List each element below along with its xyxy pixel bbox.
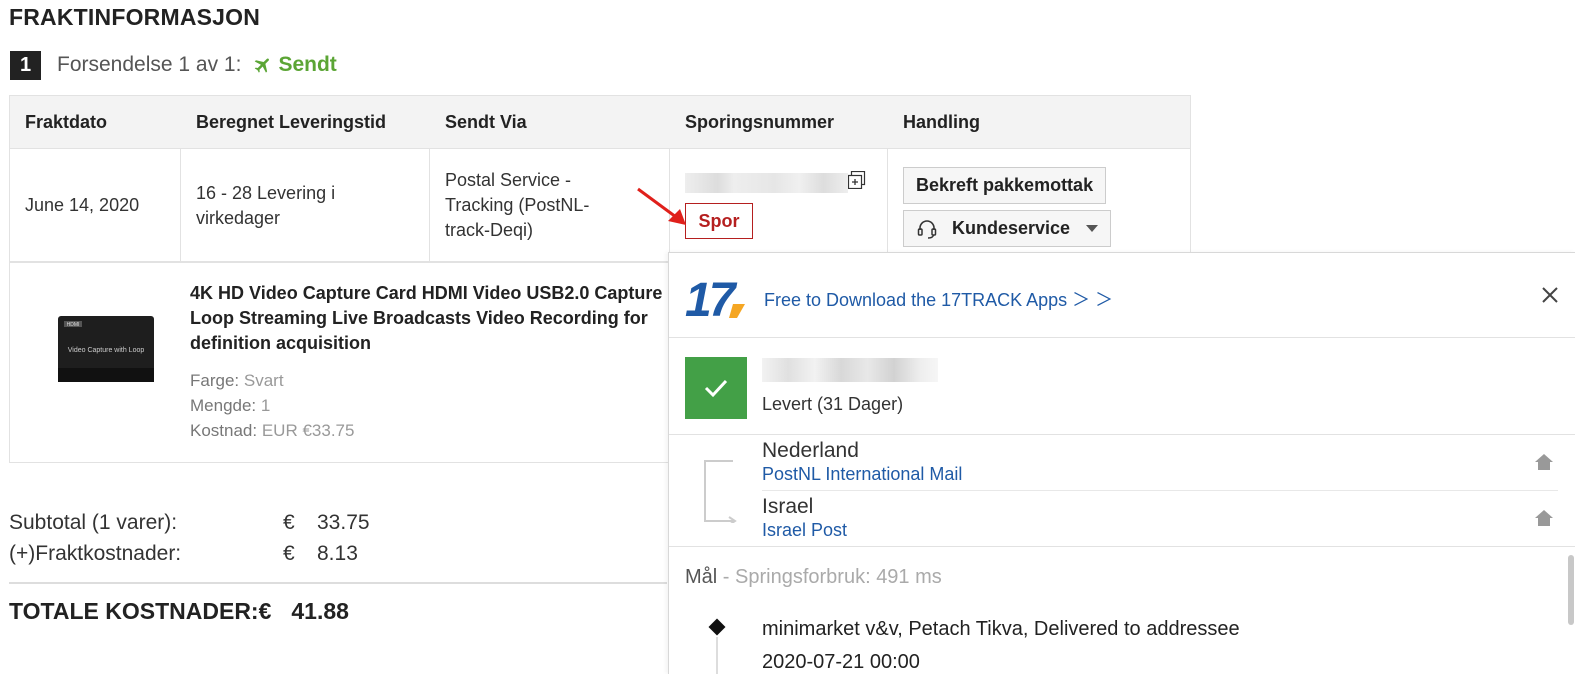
close-icon[interactable] bbox=[1541, 286, 1559, 304]
header-delivery-time: Beregnet Leveringstid bbox=[196, 111, 387, 132]
route-connector bbox=[704, 460, 737, 523]
delivery-time: 16 - 28 Levering i virkedager bbox=[181, 149, 430, 262]
product-item: HDMI Video Capture with Loop 4K HD Video… bbox=[9, 261, 669, 463]
page-title: FRAKTINFORMASJON bbox=[9, 4, 261, 30]
chevron-down-icon bbox=[1086, 225, 1099, 232]
event-timeline-line bbox=[716, 637, 718, 674]
table-header: Fraktdato Beregnet Leveringstid Sendt Vi… bbox=[10, 96, 1190, 149]
delivery-status: Levert (31 Dager) bbox=[669, 338, 1575, 435]
check-icon bbox=[704, 379, 728, 398]
popup-header: 17 Free to Download the 17TRACK Apps ＞ ＞ bbox=[669, 253, 1575, 338]
header-ship-date: Fraktdato bbox=[25, 111, 108, 132]
headset-icon bbox=[917, 219, 937, 239]
origin-country: Nederland bbox=[762, 439, 859, 462]
order-totals: Subtotal (1 varer): € 33.75 (+)Fraktkost… bbox=[9, 507, 370, 569]
download-apps-link[interactable]: Free to Download the 17TRACK Apps ＞ ＞ bbox=[764, 286, 1113, 312]
red-arrow-annotation bbox=[637, 187, 686, 225]
tracking-cell: Spor bbox=[637, 149, 888, 262]
tracking-number-blurred-popup bbox=[762, 358, 938, 382]
header-shipped-via: Sendt Via bbox=[445, 111, 527, 132]
quantity-value: 1 bbox=[260, 396, 271, 415]
shipping-label: (+)Fraktkostnader: bbox=[9, 541, 182, 565]
header-action: Handling bbox=[903, 111, 980, 132]
shipped-via: Postal Service - Tracking (PostNL-track-… bbox=[430, 149, 670, 262]
product-meta: Farge: Svart Mengde: 1 Kostnad: EUR €33.… bbox=[190, 368, 354, 443]
product-image[interactable]: HDMI Video Capture with Loop bbox=[56, 312, 156, 386]
destination-carrier[interactable]: Israel Post bbox=[762, 520, 847, 541]
destination-info: Springsforbruk: 491 ms bbox=[735, 566, 942, 588]
destination-separator: - bbox=[717, 566, 736, 588]
grand-total-value: 41.88 bbox=[291, 598, 349, 624]
totals-divider bbox=[9, 582, 667, 584]
cost-label: Kostnad: bbox=[190, 421, 258, 440]
plane-icon bbox=[255, 58, 270, 73]
shipping-value: 8.13 bbox=[317, 541, 358, 565]
subtotal-currency: € bbox=[283, 510, 295, 534]
ship-date: June 14, 2020 bbox=[10, 149, 181, 262]
track-button[interactable]: Spor bbox=[685, 203, 753, 239]
destination-label: Mål bbox=[685, 566, 718, 588]
delivered-badge bbox=[685, 357, 747, 419]
shipping-currency: € bbox=[283, 541, 295, 565]
shipment-number-badge: 1 bbox=[10, 50, 41, 80]
popup-scrollbar[interactable] bbox=[1565, 551, 1575, 674]
grand-total: TOTALE KOSTNADER:€ 41.88 bbox=[9, 598, 349, 625]
17track-logo-text: 17 bbox=[685, 274, 738, 320]
shipment-status: Sendt bbox=[278, 53, 337, 76]
event-time: 2020-07-21 00:00 bbox=[762, 651, 920, 673]
destination-country: Israel bbox=[762, 495, 814, 518]
header-tracking-number: Sporingsnummer bbox=[685, 111, 835, 132]
home-icon[interactable] bbox=[1534, 509, 1554, 527]
table-row: June 14, 2020 16 - 28 Levering i virkeda… bbox=[10, 149, 1190, 262]
customer-service-label: Kundeservice bbox=[952, 218, 1071, 238]
copy-icon[interactable] bbox=[848, 171, 866, 189]
17track-logo[interactable]: 17 bbox=[685, 274, 747, 320]
tracking-number-blurred bbox=[685, 173, 848, 193]
tracking-popup: 17 Free to Download the 17TRACK Apps ＞ ＞… bbox=[668, 252, 1575, 674]
subtotal-label: Subtotal (1 varer): bbox=[9, 510, 178, 534]
color-value: Svart bbox=[243, 371, 284, 390]
cost-value: EUR €33.75 bbox=[261, 421, 355, 440]
route-origin: Nederland PostNL International Mail bbox=[762, 435, 1558, 491]
customer-service-button[interactable]: Kundeservice bbox=[903, 210, 1112, 247]
route-destination: Israel Israel Post bbox=[762, 491, 1558, 547]
home-icon[interactable] bbox=[1534, 453, 1554, 471]
confirm-receipt-button[interactable]: Bekreft pakkemottak bbox=[903, 167, 1107, 204]
shipment-header: 1 Forsendelse 1 av 1: Sendt bbox=[10, 50, 337, 80]
shipping-table: Fraktdato Beregnet Leveringstid Sendt Vi… bbox=[9, 95, 1191, 263]
product-image-badge: HDMI bbox=[67, 322, 80, 328]
destination-info-row: Mål - Springsforbruk: 491 ms bbox=[685, 566, 942, 589]
action-cell: Bekreft pakkemottak Kundeservice bbox=[888, 149, 1190, 262]
route-list: Nederland PostNL International Mail Isra… bbox=[669, 435, 1575, 547]
origin-carrier[interactable]: PostNL International Mail bbox=[762, 464, 962, 485]
quantity-label: Mengde: bbox=[190, 396, 257, 415]
subtotal-value: 33.75 bbox=[317, 510, 370, 534]
event-description: minimarket v&v, Petach Tikva, Delivered … bbox=[762, 618, 1240, 640]
scrollbar-thumb[interactable] bbox=[1568, 555, 1574, 625]
shipment-label: Forsendelse 1 av 1: bbox=[57, 53, 242, 76]
event-marker bbox=[708, 618, 726, 636]
product-image-caption: Video Capture with Loop bbox=[68, 347, 145, 354]
status-text: Levert (31 Dager) bbox=[762, 394, 904, 414]
grand-total-label: TOTALE KOSTNADER:€ bbox=[9, 598, 272, 624]
color-label: Farge: bbox=[190, 371, 240, 390]
product-name[interactable]: 4K HD Video Capture Card HDMI Video USB2… bbox=[190, 281, 670, 356]
